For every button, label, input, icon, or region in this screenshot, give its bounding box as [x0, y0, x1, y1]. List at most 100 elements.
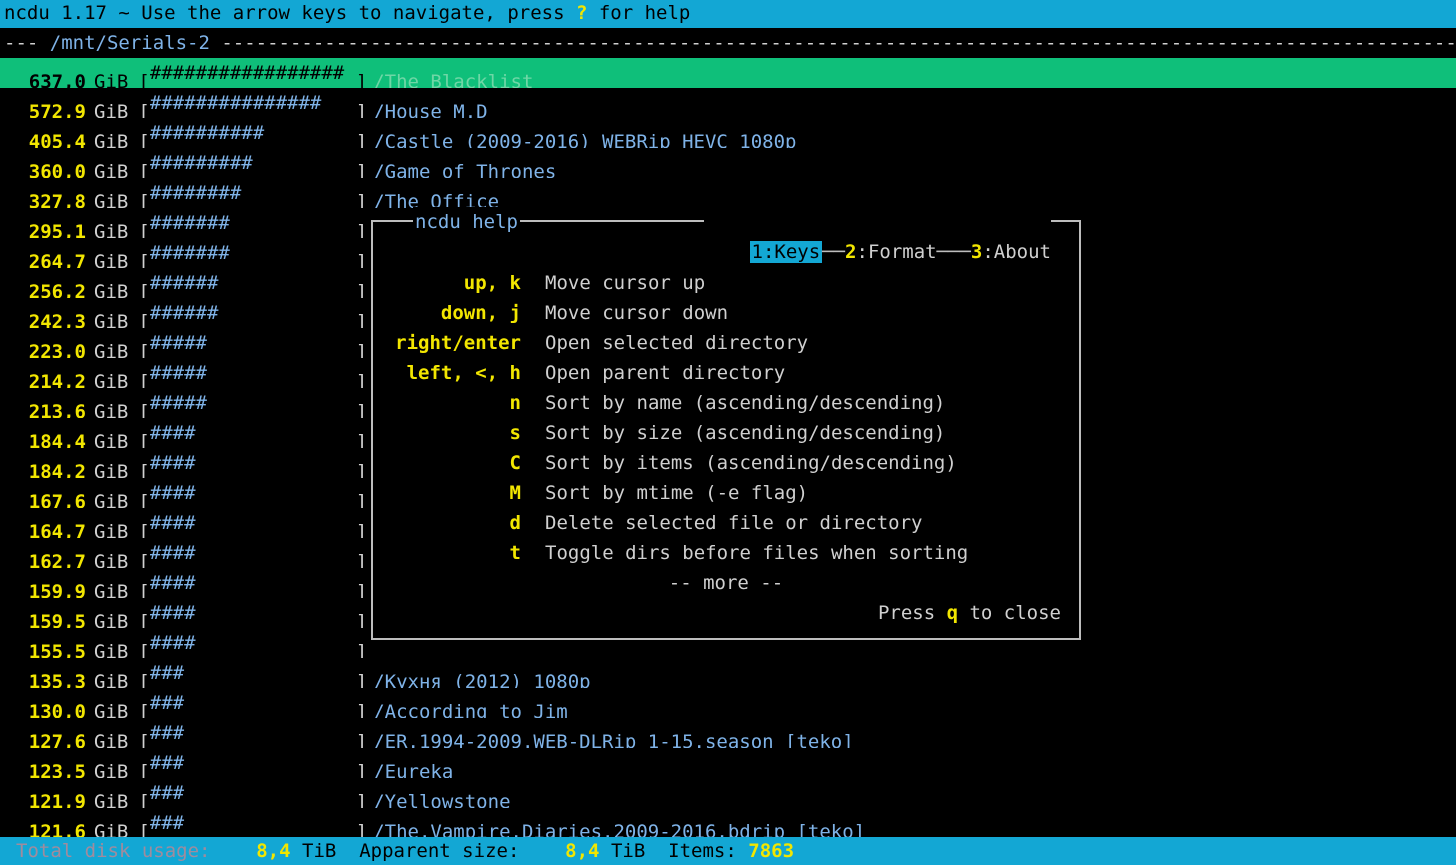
key-description: Sort by mtime (-e flag): [545, 482, 809, 504]
status-footer: Total disk usage: 8,4 TiB Apparent size:…: [0, 837, 1456, 865]
row-size: 135,3: [28, 671, 86, 688]
row-unit: GiB: [94, 311, 129, 328]
title-bar: ncdu 1.17 ~ Use the arrow keys to naviga…: [0, 0, 1456, 28]
row-size: 127,6: [28, 731, 86, 748]
table-row[interactable]: 135,3 GiB [###] /Кухня (2012) 1080p: [0, 658, 1456, 688]
row-size: 167,6: [28, 491, 86, 508]
apparent-value: 8,4: [565, 840, 600, 862]
table-row[interactable]: 360,0 GiB [#########] /Game of Thrones: [0, 148, 1456, 178]
row-name: /Yellowstone: [373, 791, 511, 808]
tab-keys[interactable]: 1:Keys: [749, 241, 823, 263]
row-unit: GiB: [94, 251, 129, 268]
key-description: Move cursor up: [545, 272, 706, 294]
row-name: /According to Jim: [373, 701, 568, 718]
key-description: Open selected directory: [545, 332, 809, 354]
help-dialog: ncdu help 1:Keys ──2:Format───3:About up,…: [371, 207, 1081, 640]
key-description: Sort by name (ascending/descending): [545, 392, 946, 414]
help-key-row: down, j Move cursor down: [373, 298, 1079, 328]
row-unit: GiB: [94, 71, 129, 88]
usage-bar: [####]: [138, 482, 368, 508]
row-unit: GiB: [94, 161, 129, 178]
row-unit: GiB: [94, 611, 129, 628]
table-row[interactable]: 572,9 GiB [###############] /House M.D: [0, 88, 1456, 118]
row-size: 295,1: [28, 221, 86, 238]
help-keys-list: up, k Move cursor up down, j Move cursor do…: [373, 268, 1079, 568]
usage-bar: [###]: [138, 662, 368, 688]
table-row[interactable]: 121,6 GiB [###] /The.Vampire.Diaries.2009-2…: [0, 808, 1456, 838]
table-row[interactable]: 405,4 GiB [##########] /Castle (2009-2016) …: [0, 118, 1456, 148]
close-hint: Press q to close: [877, 602, 1061, 624]
key-binding: M: [509, 482, 521, 504]
row-unit: GiB: [94, 821, 129, 838]
row-unit: GiB: [94, 101, 129, 118]
title-suffix: for help: [587, 2, 691, 24]
row-size: 213,6: [28, 401, 86, 418]
usage-bar: [########]: [138, 182, 368, 208]
row-size: 360,0: [28, 161, 86, 178]
row-size: 130,0: [28, 701, 86, 718]
current-path: /mnt/Serials-2: [49, 32, 210, 54]
row-size: 121,9: [28, 791, 86, 808]
table-row[interactable]: 637,0 GiB [#################] /The Blacklis…: [0, 58, 1456, 88]
row-size: 637,0: [28, 71, 86, 88]
help-key-row: M Sort by mtime (-e flag): [373, 478, 1079, 508]
key-binding: up, k: [463, 272, 521, 294]
usage-bar: [###]: [138, 782, 368, 808]
key-description: Sort by size (ascending/descending): [545, 422, 946, 444]
table-row[interactable]: 121,9 GiB [###] /Yellowstone: [0, 778, 1456, 808]
row-size: 327,8: [28, 191, 86, 208]
row-unit: GiB: [94, 641, 129, 658]
title-prefix: ncdu 1.17 ~ Use the arrow keys to naviga…: [4, 2, 576, 24]
table-row[interactable]: 123,5 GiB [###] /Eureka: [0, 748, 1456, 778]
table-row[interactable]: 130,0 GiB [###] /According to Jim: [0, 688, 1456, 718]
row-name: /House M.D: [373, 101, 488, 118]
usage-bar: [####]: [138, 452, 368, 478]
row-unit: GiB: [94, 131, 129, 148]
table-row[interactable]: 127,6 GiB [###] /ER.1994-2009.WEB-DLRip_1-1…: [0, 718, 1456, 748]
help-key-row: up, k Move cursor up: [373, 268, 1079, 298]
row-size: 159,9: [28, 581, 86, 598]
table-row[interactable]: 327,8 GiB [########] /The Office: [0, 178, 1456, 208]
key-binding: right/enter: [395, 332, 521, 354]
key-binding: n: [509, 392, 521, 414]
help-key-row: d Delete selected file or directory: [373, 508, 1079, 538]
total-value: 8,4: [256, 840, 291, 862]
row-name: /Eureka: [373, 761, 454, 778]
row-size: 572,9: [28, 101, 86, 118]
usage-bar: [###############]: [138, 92, 368, 118]
usage-bar: [######]: [138, 302, 368, 328]
row-name: /Game of Thrones: [373, 161, 557, 178]
usage-bar: [####]: [138, 542, 368, 568]
row-unit: GiB: [94, 551, 129, 568]
usage-bar: [###]: [138, 722, 368, 748]
key-description: Sort by items (ascending/descending): [545, 452, 957, 474]
row-size: 162,7: [28, 551, 86, 568]
help-key-row: left, <, h Open parent directory: [373, 358, 1079, 388]
usage-bar: [####]: [138, 572, 368, 598]
usage-bar: [#######]: [138, 212, 368, 238]
close-key: q: [946, 602, 959, 624]
key-binding: left, <, h: [406, 362, 521, 384]
tab-format[interactable]: 2:Format: [845, 241, 937, 263]
row-size: 242,3: [28, 311, 86, 328]
row-unit: GiB: [94, 791, 129, 808]
row-unit: GiB: [94, 431, 129, 448]
usage-bar: [#####]: [138, 392, 368, 418]
key-description: Toggle dirs before files when sorting: [545, 542, 969, 564]
row-size: 123,5: [28, 761, 86, 778]
key-binding: d: [509, 512, 521, 534]
usage-bar: [##########]: [138, 122, 368, 148]
row-size: 155,5: [28, 641, 86, 658]
row-name: /Castle (2009-2016) WEBRip HEVC 1080p: [373, 131, 797, 148]
row-size: 264,7: [28, 251, 86, 268]
help-key-row: t Toggle dirs before files when sorting: [373, 538, 1079, 568]
usage-bar: [######]: [138, 272, 368, 298]
row-size: 159,5: [28, 611, 86, 628]
row-name: /ER.1994-2009.WEB-DLRip_1-15.season_[tek…: [373, 731, 854, 748]
help-key-row: s Sort by size (ascending/descending): [373, 418, 1079, 448]
apparent-label: Apparent size:: [359, 840, 520, 862]
usage-bar: [#########]: [138, 152, 368, 178]
row-unit: GiB: [94, 521, 129, 538]
path-bar: --- /mnt/Serials-2 ---------------------…: [4, 32, 1456, 54]
tab-about[interactable]: 3:About: [971, 241, 1051, 263]
